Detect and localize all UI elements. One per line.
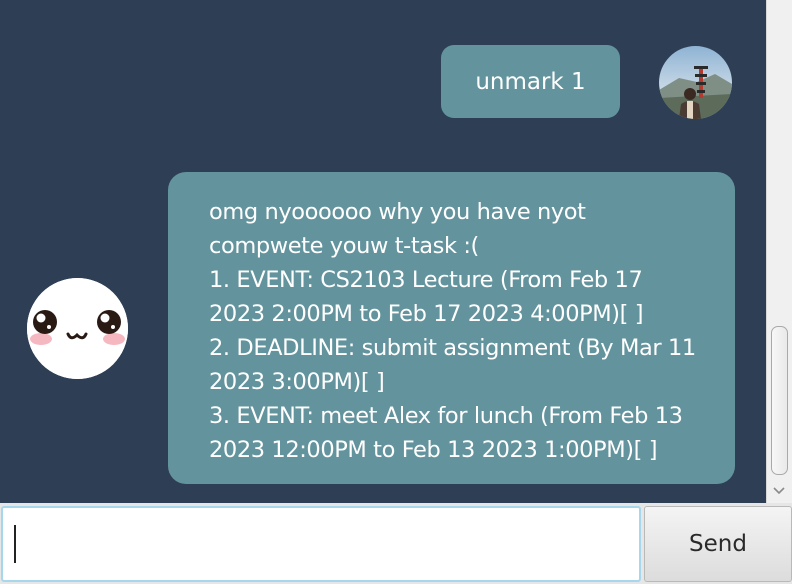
vertical-scrollbar[interactable] (766, 0, 792, 503)
owo-face-icon (27, 278, 128, 379)
user-photo-icon (659, 46, 732, 119)
user-avatar (659, 46, 732, 119)
user-message-text: unmark 1 (475, 68, 586, 95)
bot-message-line: 1. EVENT: CS2103 Lecture (From Feb 17 (209, 267, 643, 293)
bot-message-line: 2023 12:00PM to Feb 13 2023 1:00PM)[ ] (209, 437, 658, 463)
bot-message-line: 2. DEADLINE: submit assignment (By Mar 1… (209, 335, 696, 361)
bot-message-line: 3. EVENT: meet Alex for lunch (From Feb … (209, 403, 683, 429)
chevron-down-icon[interactable] (770, 481, 788, 499)
bot-message-line: omg nyoooooo why you have nyot (209, 199, 586, 225)
message-input[interactable] (1, 506, 641, 582)
bot-message-line: compwete youw t-task :( (209, 233, 479, 259)
bot-message-line: 2023 2:00PM to Feb 17 2023 4:00PM)[ ] (209, 301, 644, 327)
dialog-container[interactable]: unmark 1 omg nyoooooo why you have nyot … (0, 0, 766, 503)
bot-message-bubble: omg nyoooooo why you have nyot compwete … (168, 172, 735, 484)
user-message-bubble: unmark 1 (441, 45, 620, 118)
bot-avatar (27, 278, 128, 379)
bot-message-line: 2023 3:00PM)[ ] (209, 369, 385, 395)
text-caret (14, 525, 16, 563)
send-button[interactable]: Send (644, 506, 792, 582)
scrollbar-thumb[interactable] (771, 326, 788, 475)
